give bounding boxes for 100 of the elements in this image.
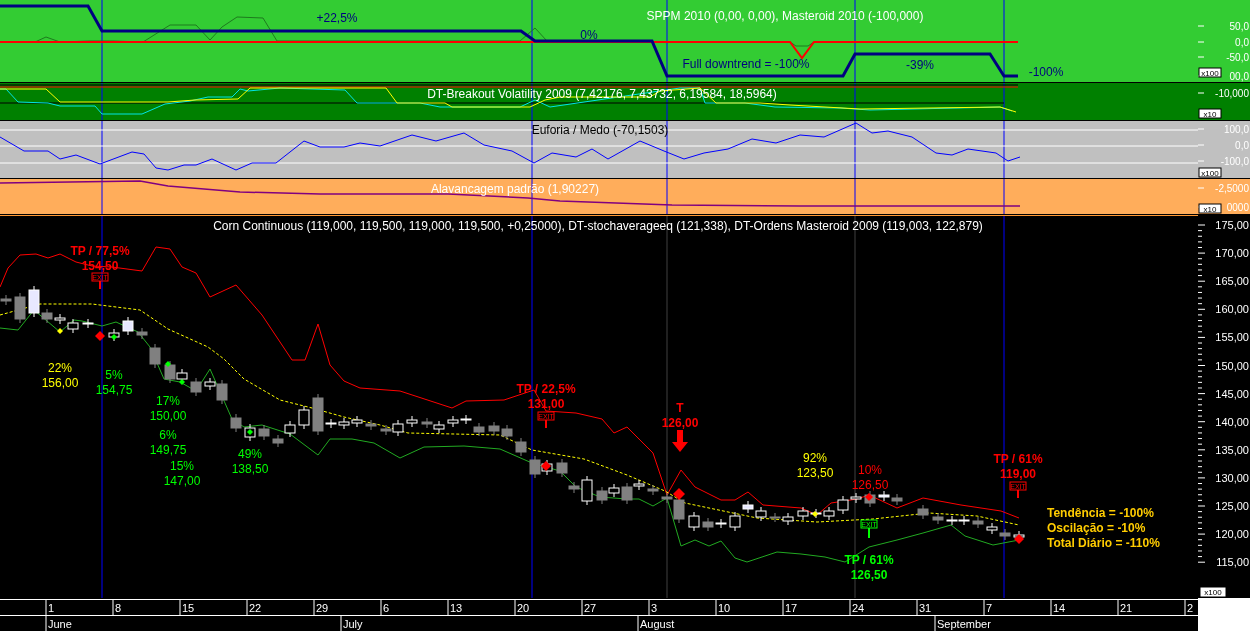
candlestick bbox=[272, 434, 284, 448]
diamond-marker-icon bbox=[247, 429, 253, 435]
date-label: 21 bbox=[1120, 602, 1133, 614]
panel-label: -39% bbox=[906, 58, 934, 72]
candlestick bbox=[688, 511, 700, 532]
trade-annotation: 10% 126,50 bbox=[851, 463, 889, 492]
diamond-marker-icon bbox=[865, 493, 873, 501]
diamond-marker-icon bbox=[1014, 534, 1024, 544]
candlestick bbox=[473, 422, 485, 437]
diamond-marker-icon bbox=[165, 361, 171, 367]
price-axis-label: 145,00 bbox=[1215, 387, 1249, 400]
candlestick bbox=[351, 415, 363, 428]
candlestick bbox=[972, 516, 984, 529]
candlestick bbox=[769, 512, 781, 523]
axis-label: 0000 bbox=[1226, 202, 1249, 213]
candlestick bbox=[122, 316, 134, 336]
axis-label: -50,0 bbox=[1226, 52, 1249, 63]
price-axis-label: 160,00 bbox=[1215, 303, 1249, 316]
axis-label: 0,0 bbox=[1235, 140, 1249, 151]
date-label: 29 bbox=[316, 602, 329, 614]
axis-label: -2,5000 bbox=[1215, 183, 1249, 194]
panel-label: -100% bbox=[1028, 65, 1064, 79]
candlestick bbox=[515, 437, 527, 457]
price-axis-label: 135,00 bbox=[1215, 443, 1249, 456]
candlestick bbox=[421, 417, 433, 429]
axis-label: -100,0 bbox=[1220, 156, 1249, 167]
price-axis-label: 120,00 bbox=[1215, 528, 1249, 541]
date-label: 14 bbox=[1053, 602, 1066, 614]
candlestick bbox=[0, 294, 12, 306]
trade-annotation: 15% 147,00 bbox=[163, 459, 201, 488]
candlestick bbox=[810, 508, 822, 519]
candlestick bbox=[946, 515, 958, 526]
month-label: July bbox=[343, 618, 363, 630]
axis-label: 50,0 bbox=[1229, 21, 1249, 32]
axis-label: 0,0 bbox=[1235, 37, 1249, 48]
candlestick bbox=[460, 414, 472, 425]
candlestick bbox=[284, 420, 296, 438]
axis-label: 100,0 bbox=[1223, 124, 1249, 135]
panel-title: Euforia / Medo (-70,1503) bbox=[531, 123, 669, 137]
candlestick bbox=[999, 528, 1011, 541]
date-label: 22 bbox=[249, 602, 262, 614]
candlestick bbox=[647, 484, 659, 496]
price-axis-label: 130,00 bbox=[1215, 471, 1249, 484]
candlestick bbox=[406, 415, 418, 428]
candlestick bbox=[878, 490, 890, 502]
date-label: 27 bbox=[584, 602, 597, 614]
diamond-marker-icon bbox=[812, 511, 818, 517]
date-label: 8 bbox=[115, 602, 122, 614]
panel-title: SPPM 2010 (0,00, 0,00), Masteroid 2010 (-100,000) bbox=[646, 9, 924, 23]
month-label: June bbox=[48, 618, 72, 630]
candlestick bbox=[433, 420, 445, 434]
candlestick bbox=[230, 413, 242, 433]
down-arrow-icon bbox=[672, 430, 688, 452]
diamond-marker-icon bbox=[673, 488, 685, 500]
diamond-marker-icon bbox=[541, 461, 551, 471]
date-label: 13 bbox=[450, 602, 463, 614]
price-axis-label: 170,00 bbox=[1215, 247, 1249, 260]
trade-annotation: 92% 123,50 bbox=[796, 451, 834, 480]
date-label: 3 bbox=[651, 602, 658, 614]
date-label: 31 bbox=[919, 602, 932, 614]
scale-box: x100 bbox=[1198, 67, 1222, 78]
candlestick bbox=[190, 377, 202, 397]
date-label: 1 bbox=[48, 602, 55, 614]
candlestick bbox=[108, 328, 120, 342]
trade-annotation: TP / 61% 119,00 bbox=[993, 452, 1043, 481]
candlestick bbox=[917, 504, 929, 520]
scale-box: x100 bbox=[1198, 167, 1222, 178]
axis-label: -10,000 bbox=[1215, 88, 1249, 99]
price-axis-label: 115,00 bbox=[1216, 556, 1249, 569]
candlestick bbox=[797, 506, 809, 521]
trade-annotation: TP / 22,5% 131,00 bbox=[516, 382, 576, 411]
candlestick bbox=[958, 515, 970, 526]
candlestick bbox=[14, 292, 26, 324]
candlestick bbox=[338, 417, 350, 430]
diamond-marker-icon bbox=[57, 328, 63, 334]
candlestick bbox=[244, 423, 256, 442]
candlestick bbox=[715, 518, 727, 529]
diamond-marker-icon bbox=[111, 334, 117, 340]
panel-label: 0% bbox=[580, 28, 598, 42]
candlestick bbox=[298, 405, 310, 430]
trade-annotation: T 126,00 bbox=[661, 401, 699, 430]
trade-annotation: TP / 61% 126,50 bbox=[844, 553, 894, 582]
price-axis-label: 175,00 bbox=[1215, 219, 1249, 231]
candlestick bbox=[755, 506, 767, 522]
trade-annotation: 49% 138,50 bbox=[231, 447, 269, 476]
price-axis-label: 165,00 bbox=[1215, 275, 1249, 288]
date-label: 24 bbox=[852, 602, 865, 614]
candlestick bbox=[258, 424, 270, 441]
month-label: August bbox=[640, 618, 675, 630]
candlestick bbox=[782, 512, 794, 526]
diamond-marker-icon bbox=[95, 331, 105, 341]
candlestick bbox=[447, 415, 459, 428]
candlestick bbox=[891, 493, 903, 506]
candlestick bbox=[932, 512, 944, 525]
price-axis-label: 140,00 bbox=[1215, 415, 1249, 428]
scale-box: x10 bbox=[1198, 108, 1222, 119]
trade-annotation: 6% 149,75 bbox=[149, 428, 187, 457]
date-label: 17 bbox=[785, 602, 798, 614]
candlestick bbox=[596, 486, 608, 505]
candlestick bbox=[365, 419, 377, 431]
